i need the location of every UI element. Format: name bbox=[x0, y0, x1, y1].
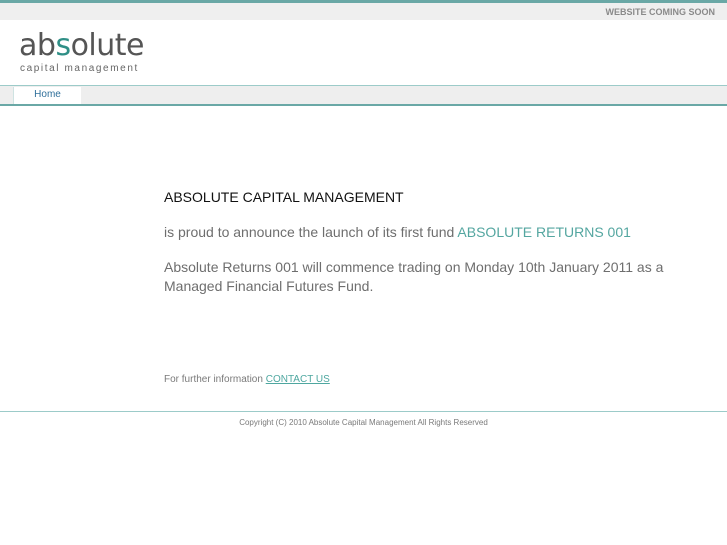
logo-tagline: capital management bbox=[20, 63, 139, 74]
further-information: For further information CONTACT US bbox=[164, 374, 330, 385]
copyright-text: Copyright (C) 2010 Absolute Capital Mana… bbox=[239, 418, 488, 427]
page-headline: ABSOLUTE CAPITAL MANAGEMENT bbox=[164, 189, 404, 205]
nav-rule-bottom bbox=[0, 104, 727, 106]
top-strip: WEBSITE COMING SOON bbox=[0, 3, 727, 20]
logo-wordmark: absolute bbox=[19, 28, 145, 63]
website-coming-soon-label: WEBSITE COMING SOON bbox=[605, 7, 715, 17]
announcement-text: is proud to announce the launch of its f… bbox=[164, 224, 458, 240]
logo-word-start: ab bbox=[19, 28, 56, 63]
nav-bar bbox=[0, 86, 727, 104]
contact-us-link[interactable]: CONTACT US bbox=[266, 374, 330, 385]
footer-rule bbox=[0, 411, 727, 412]
nav-tab-home[interactable]: Home bbox=[13, 87, 81, 104]
fund-name: ABSOLUTE RETURNS 001 bbox=[457, 224, 631, 240]
further-information-text: For further information bbox=[164, 374, 266, 385]
logo-word-end: olute bbox=[70, 28, 145, 63]
company-logo[interactable]: absolute capital management bbox=[19, 28, 179, 78]
announcement-line: is proud to announce the launch of its f… bbox=[164, 223, 631, 242]
trading-announcement: Absolute Returns 001 will commence tradi… bbox=[164, 259, 664, 294]
logo-word-accent: s bbox=[55, 28, 71, 63]
